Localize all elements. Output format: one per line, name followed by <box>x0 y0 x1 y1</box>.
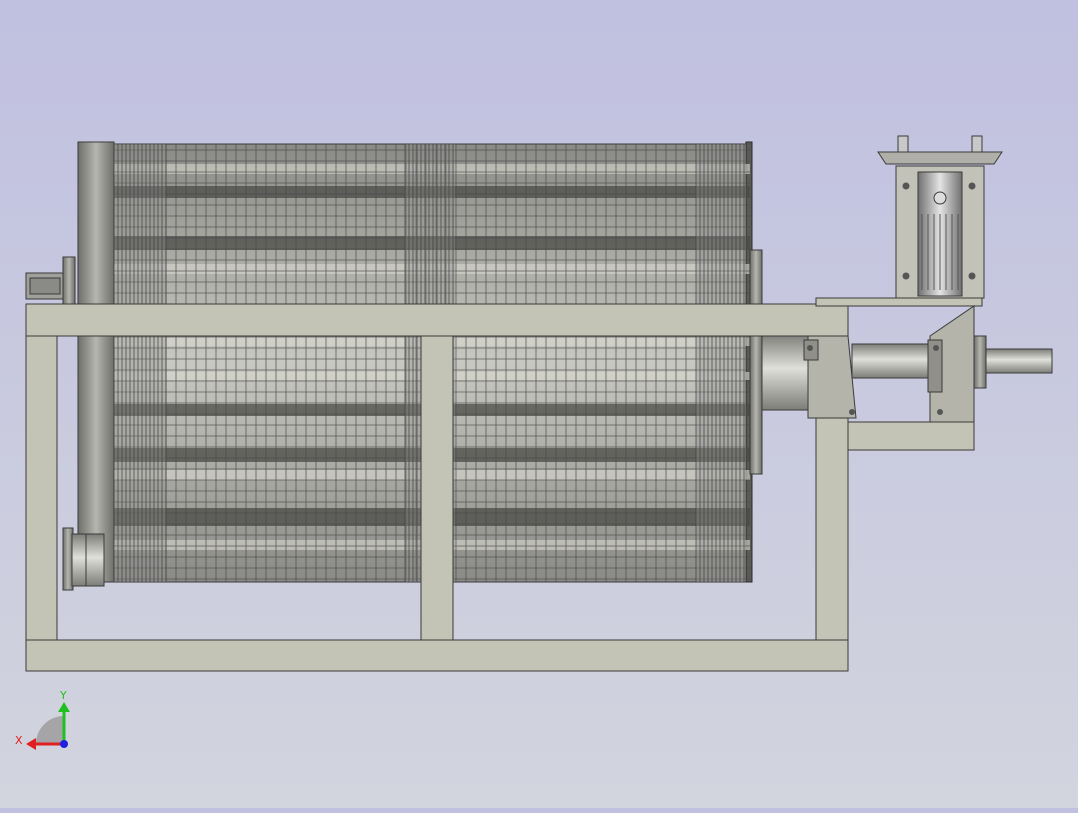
motor-flange-bolt-left <box>897 135 909 153</box>
drum-left-end-plate <box>77 141 115 583</box>
gearbox-bolt <box>902 272 910 280</box>
triad-y-arrow <box>58 702 70 712</box>
gearbox-bolt <box>902 182 910 190</box>
right-coupling <box>927 305 987 423</box>
left-top-bearing[interactable] <box>25 256 76 306</box>
gear-motor[interactable] <box>877 135 1003 299</box>
drive-shaft <box>851 343 933 379</box>
motor-mounting-flange <box>877 151 1003 165</box>
frame-middle-leg <box>420 335 454 641</box>
frame-left-leg <box>25 335 58 641</box>
drum-right-hub-boss <box>761 333 811 411</box>
output-shaft <box>985 348 1053 374</box>
left-top-bearing-hub <box>29 277 61 295</box>
gearbox-bracket-bottom <box>847 421 975 451</box>
left-bottom-pulley[interactable] <box>62 527 105 591</box>
left-top-bearing-flange <box>62 256 76 306</box>
machine-model[interactable]: Y X <box>0 0 1078 808</box>
frame-top-beam <box>25 303 849 337</box>
triad-x-label: X <box>15 734 23 747</box>
drum-right-hub-plate <box>749 249 763 475</box>
triad-quarter-disc <box>36 716 64 744</box>
pulley-hub <box>71 533 105 587</box>
motor-support-plate <box>815 297 983 307</box>
pillow-block-left <box>803 335 857 419</box>
frame-bottom-beam <box>25 639 849 672</box>
triad-x-arrow <box>26 738 36 750</box>
screen-drum[interactable] <box>77 141 753 583</box>
drum-ring-right <box>696 144 746 582</box>
triad-z-axis <box>60 740 68 748</box>
gearbox-bolt <box>968 272 976 280</box>
triad-y-label: Y <box>59 689 67 702</box>
motor-terminal <box>933 191 947 205</box>
drum-right-hub[interactable] <box>749 249 811 475</box>
axis-triad: Y X <box>15 689 70 750</box>
cad-viewport[interactable]: Y X <box>0 0 1078 808</box>
gearbox-bolt <box>968 182 976 190</box>
motor-flange-bolt-right <box>971 135 983 153</box>
